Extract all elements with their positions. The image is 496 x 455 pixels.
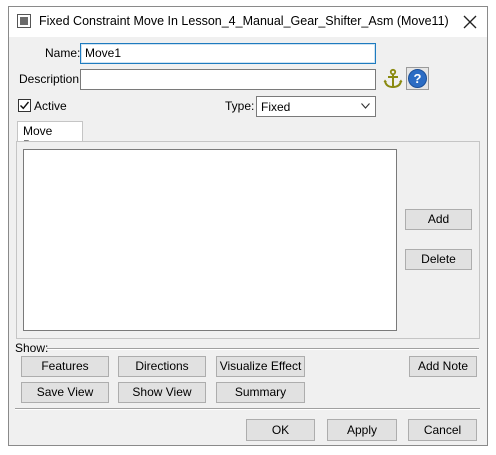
close-icon[interactable]: [461, 13, 479, 31]
move-parts-list[interactable]: [23, 149, 397, 331]
description-label: Description:: [19, 72, 83, 86]
footer-separator: [15, 408, 480, 410]
window-title: Fixed Constraint Move In Lesson_4_Manual…: [39, 14, 449, 28]
help-icon[interactable]: ?: [406, 67, 429, 90]
type-select-value: Fixed: [261, 100, 291, 114]
window-icon: [17, 14, 31, 28]
show-view-button[interactable]: Show View: [118, 382, 206, 403]
directions-button[interactable]: Directions: [118, 356, 206, 377]
visualize-effect-button[interactable]: Visualize Effect: [216, 356, 305, 377]
add-button[interactable]: Add: [405, 209, 472, 230]
name-label: Name:: [45, 46, 81, 60]
ok-button[interactable]: OK: [246, 419, 315, 441]
active-checkbox[interactable]: [18, 99, 31, 112]
show-separator: [47, 348, 479, 350]
active-label: Active: [34, 99, 67, 113]
save-view-button[interactable]: Save View: [21, 382, 109, 403]
apply-button[interactable]: Apply: [327, 419, 397, 441]
add-note-button[interactable]: Add Note: [409, 356, 477, 377]
summary-button[interactable]: Summary: [216, 382, 305, 403]
anchor-icon[interactable]: [382, 68, 404, 90]
description-field[interactable]: [80, 69, 376, 90]
features-button[interactable]: Features: [21, 356, 109, 377]
svg-text:?: ?: [414, 71, 422, 86]
chevron-down-icon: [361, 103, 370, 109]
tab-move-parts[interactable]: Move Parts: [17, 121, 83, 152]
check-icon: [20, 101, 30, 110]
show-label: Show:: [15, 341, 49, 355]
type-select[interactable]: Fixed: [256, 96, 376, 117]
delete-button[interactable]: Delete: [405, 249, 472, 270]
title-bar: Fixed Constraint Move In Lesson_4_Manual…: [9, 7, 487, 37]
type-label: Type:: [225, 99, 255, 113]
name-field[interactable]: Move1: [80, 43, 376, 64]
cancel-button[interactable]: Cancel: [408, 419, 477, 441]
